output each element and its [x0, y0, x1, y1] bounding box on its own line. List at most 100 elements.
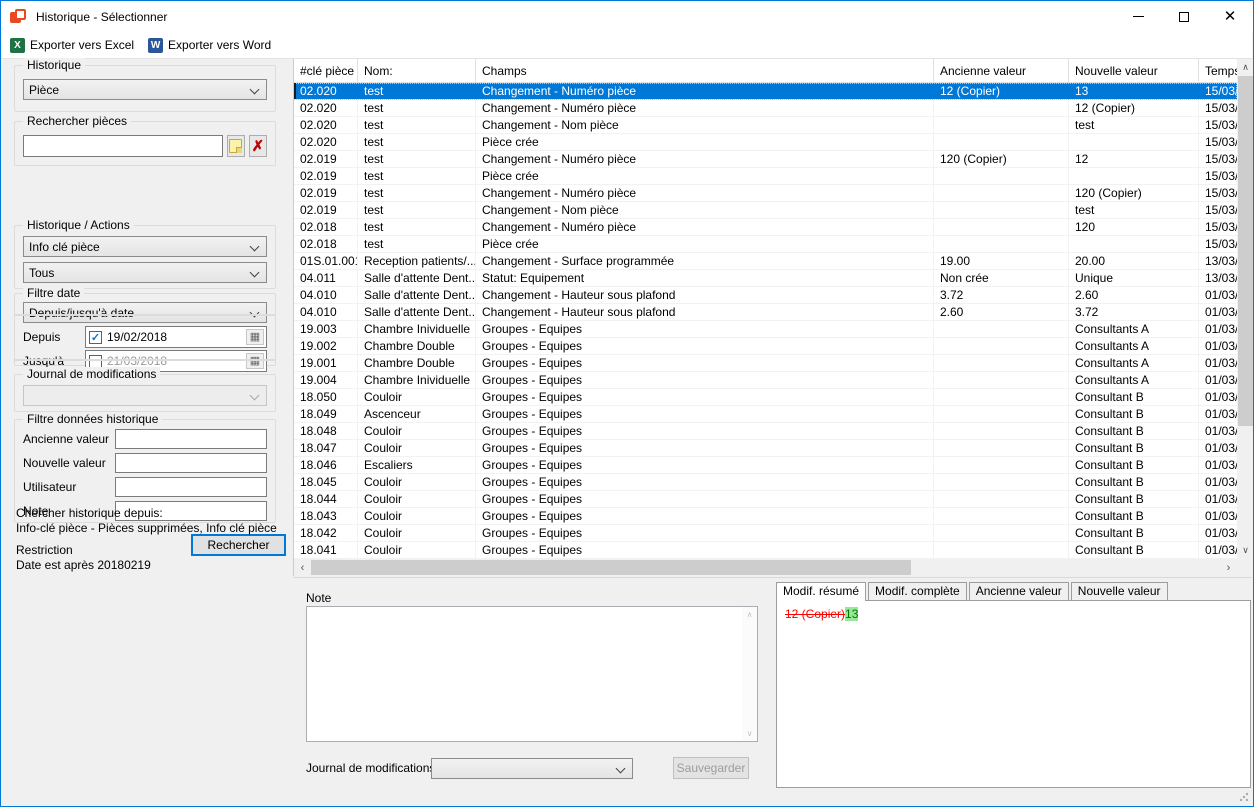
rechercher-button[interactable]: Rechercher [191, 534, 286, 556]
jusqua-checkbox[interactable] [89, 355, 102, 368]
scroll-up-icon[interactable]: ∧ [742, 607, 757, 622]
table-row[interactable]: 02.019testChangement - Numéro pièce120 (… [294, 151, 1237, 168]
close-icon: ✕ [1224, 9, 1237, 24]
tab-modif-complete[interactable]: Modif. complète [868, 582, 967, 600]
table-row[interactable]: 19.004Chambre InividuelleGroupes - Equip… [294, 372, 1237, 389]
vertical-scrollbar[interactable]: ∧ ∨ [1237, 59, 1254, 559]
cell-cle: 02.020 [294, 117, 358, 133]
cell-champs: Changement - Numéro pièce [476, 185, 934, 201]
tab-ancienne-valeur[interactable]: Ancienne valeur [969, 582, 1069, 600]
journal-bottom-select[interactable] [431, 758, 633, 779]
cell-temps: 01/03/20 [1199, 423, 1237, 439]
calendar-icon[interactable]: ▦ [246, 353, 264, 369]
date-mode-select[interactable]: Depuis/jusqu'à date [23, 302, 267, 323]
tab-nouvelle-valeur[interactable]: Nouvelle valeur [1071, 582, 1168, 600]
action-filter-select[interactable]: Tous [23, 262, 267, 283]
note-scrollbar[interactable]: ∧ ∨ [742, 607, 757, 741]
chevron-down-icon [250, 268, 260, 278]
cell-cle: 02.019 [294, 202, 358, 218]
table-row[interactable]: 18.042CouloirGroupes - EquipesConsultant… [294, 525, 1237, 542]
note-label: Note [306, 591, 331, 605]
cell-cle: 04.010 [294, 287, 358, 303]
depuis-checkbox[interactable]: ✓ [89, 331, 102, 344]
note-textarea[interactable]: ∧ ∨ [306, 606, 758, 742]
cell-temps: 15/03/20 [1199, 202, 1237, 218]
utilisateur-input[interactable] [115, 477, 267, 497]
cell-ancienne [934, 202, 1069, 218]
table-row[interactable]: 19.003Chambre InividuelleGroupes - Equip… [294, 321, 1237, 338]
table-row[interactable]: 18.047CouloirGroupes - EquipesConsultant… [294, 440, 1237, 457]
cell-nom: test [358, 134, 476, 150]
table-row[interactable]: 18.048CouloirGroupes - EquipesConsultant… [294, 423, 1237, 440]
search-pieces-input[interactable] [23, 135, 223, 157]
minimize-button[interactable] [1115, 1, 1161, 32]
clear-search-button[interactable]: ✗ [249, 135, 267, 157]
horizontal-scrollbar[interactable]: ‹ › [294, 559, 1237, 576]
column-header-cle[interactable]: #clé pièce [294, 59, 358, 82]
vertical-scroll-thumb[interactable] [1238, 76, 1253, 426]
table-row[interactable]: 02.020testChangement - Nom piècetest15/0… [294, 117, 1237, 134]
cell-temps: 15/03/20 [1199, 83, 1237, 99]
export-word-button[interactable]: W Exporter vers Word [142, 36, 277, 55]
historique-select[interactable]: Pièce [23, 79, 267, 100]
scroll-up-icon[interactable]: ∧ [1237, 59, 1254, 76]
table-row[interactable]: 04.010Salle d'attente Dent...Changement … [294, 304, 1237, 321]
export-excel-button[interactable]: X Exporter vers Excel [4, 36, 140, 55]
table-row[interactable]: 04.011Salle d'attente Dent...Statut: Equ… [294, 270, 1237, 287]
tab-modif-resume[interactable]: Modif. résumé [776, 582, 866, 601]
nouvelle-valeur-input[interactable] [115, 453, 267, 473]
calendar-icon[interactable]: ▦ [246, 329, 264, 345]
cell-ancienne [934, 100, 1069, 116]
column-header-nom[interactable]: Nom: [358, 59, 476, 82]
table-row[interactable]: 19.002Chambre DoubleGroupes - EquipesCon… [294, 338, 1237, 355]
scroll-left-icon[interactable]: ‹ [294, 559, 311, 576]
column-header-ancienne[interactable]: Ancienne valeur [934, 59, 1069, 82]
cell-ancienne [934, 117, 1069, 133]
table-row[interactable]: 18.046EscaliersGroupes - EquipesConsulta… [294, 457, 1237, 474]
pick-piece-button[interactable] [227, 135, 245, 157]
column-header-nouvelle[interactable]: Nouvelle valeur [1069, 59, 1199, 82]
horizontal-scroll-thumb[interactable] [311, 560, 911, 575]
ancienne-valeur-input[interactable] [115, 429, 267, 449]
action-type-select[interactable]: Info clé pièce [23, 236, 267, 257]
cell-cle: 19.004 [294, 372, 358, 388]
journal-label: Journal de modifications [306, 761, 435, 775]
maximize-button[interactable] [1161, 1, 1207, 32]
cell-temps: 15/03/20 [1199, 151, 1237, 167]
table-row[interactable]: 18.049AscenceurGroupes - EquipesConsulta… [294, 406, 1237, 423]
scroll-down-icon[interactable]: ∨ [1237, 542, 1254, 559]
cell-cle: 02.020 [294, 83, 358, 99]
table-row[interactable]: 02.019testChangement - Nom piècetest15/0… [294, 202, 1237, 219]
cell-nouvelle: Unique [1069, 270, 1199, 286]
chevron-down-icon [616, 764, 626, 774]
scroll-right-icon[interactable]: › [1220, 559, 1237, 576]
table-row[interactable]: 19.001Chambre DoubleGroupes - EquipesCon… [294, 355, 1237, 372]
depuis-date-picker[interactable]: ✓ 19/02/2018 ▦ [85, 326, 267, 348]
table-row[interactable]: 02.020testChangement - Numéro pièce12 (C… [294, 83, 1237, 100]
table-row[interactable]: 02.019testPièce crée15/03/20 [294, 168, 1237, 185]
cell-nouvelle: Consultant B [1069, 423, 1199, 439]
table-row[interactable]: 18.043CouloirGroupes - EquipesConsultant… [294, 508, 1237, 525]
table-row[interactable]: 02.018testPièce crée15/03/20 [294, 236, 1237, 253]
cell-ancienne: Non crée [934, 270, 1069, 286]
table-row[interactable]: 18.050CouloirGroupes - EquipesConsultant… [294, 389, 1237, 406]
column-header-temps[interactable]: Temps/H [1199, 59, 1237, 82]
historique-actions-label: Historique / Actions [23, 218, 134, 232]
table-row[interactable]: 18.041CouloirGroupes - EquipesConsultant… [294, 542, 1237, 559]
table-row[interactable]: 02.020testPièce crée15/03/20 [294, 134, 1237, 151]
table-row[interactable]: 02.018testChangement - Numéro pièce12015… [294, 219, 1237, 236]
table-row[interactable]: 18.045CouloirGroupes - EquipesConsultant… [294, 474, 1237, 491]
cell-nouvelle: test [1069, 117, 1199, 133]
cell-ancienne [934, 134, 1069, 150]
depuis-label: Depuis [23, 330, 85, 344]
column-header-champs[interactable]: Champs [476, 59, 934, 82]
cell-champs: Changement - Nom pièce [476, 202, 934, 218]
table-row[interactable]: 04.010Salle d'attente Dent...Changement … [294, 287, 1237, 304]
table-row[interactable]: 02.020testChangement - Numéro pièce12 (C… [294, 100, 1237, 117]
resize-grip-icon[interactable] [1239, 792, 1248, 801]
table-row[interactable]: 02.019testChangement - Numéro pièce120 (… [294, 185, 1237, 202]
table-row[interactable]: 18.044CouloirGroupes - EquipesConsultant… [294, 491, 1237, 508]
close-button[interactable]: ✕ [1207, 1, 1253, 32]
scroll-down-icon[interactable]: ∨ [742, 726, 757, 741]
table-row[interactable]: 01S.01.001Reception patients/...Changeme… [294, 253, 1237, 270]
